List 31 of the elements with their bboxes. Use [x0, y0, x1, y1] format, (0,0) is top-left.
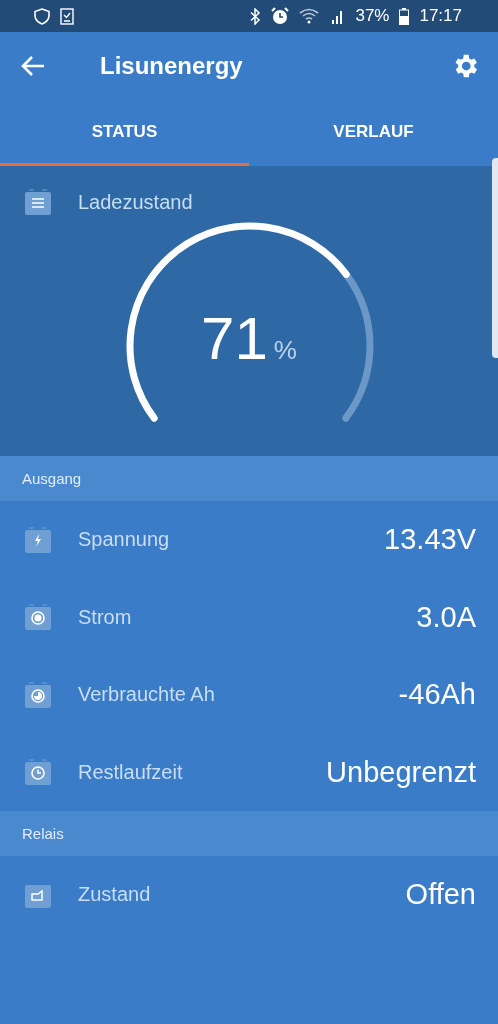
battery-icon [399, 7, 410, 25]
section-title: Ausgang [22, 470, 82, 487]
bluetooth-icon [250, 7, 262, 25]
lightning-icon [24, 525, 52, 554]
pie-icon [24, 680, 52, 709]
row-label: Zustand [78, 883, 152, 907]
alarm-icon [271, 7, 290, 25]
row-value: Offen [405, 878, 476, 912]
gauge-label: Ladezustand [78, 190, 193, 214]
clock-icon [24, 758, 52, 787]
list-icon [24, 188, 52, 216]
checklist-icon [60, 7, 74, 25]
circle-dot-icon [24, 603, 52, 632]
row-label: Verbrauchte Ah [78, 683, 216, 707]
row-label: Spannung [78, 528, 171, 552]
row-value: Unbegrenzt [326, 755, 476, 789]
shield-icon [34, 7, 50, 25]
back-button[interactable] [20, 55, 46, 77]
row-value: -46Ah [398, 678, 476, 712]
row-value: 3.0A [416, 600, 476, 634]
wifi-icon [299, 8, 320, 24]
row-label: Restlaufzeit [78, 760, 184, 784]
gauge-value: 71 [201, 304, 268, 373]
battery-percent: 37% [355, 6, 390, 26]
gauge-unit: % [273, 335, 297, 366]
clock-time: 17:17 [419, 6, 462, 26]
section-title: Relais [22, 825, 64, 842]
app-title: Lisunenergy [100, 52, 244, 80]
tab[interactable]: VERLAUF [249, 100, 498, 166]
row-label: Strom [78, 605, 133, 629]
row-value: 13.43V [384, 523, 476, 557]
